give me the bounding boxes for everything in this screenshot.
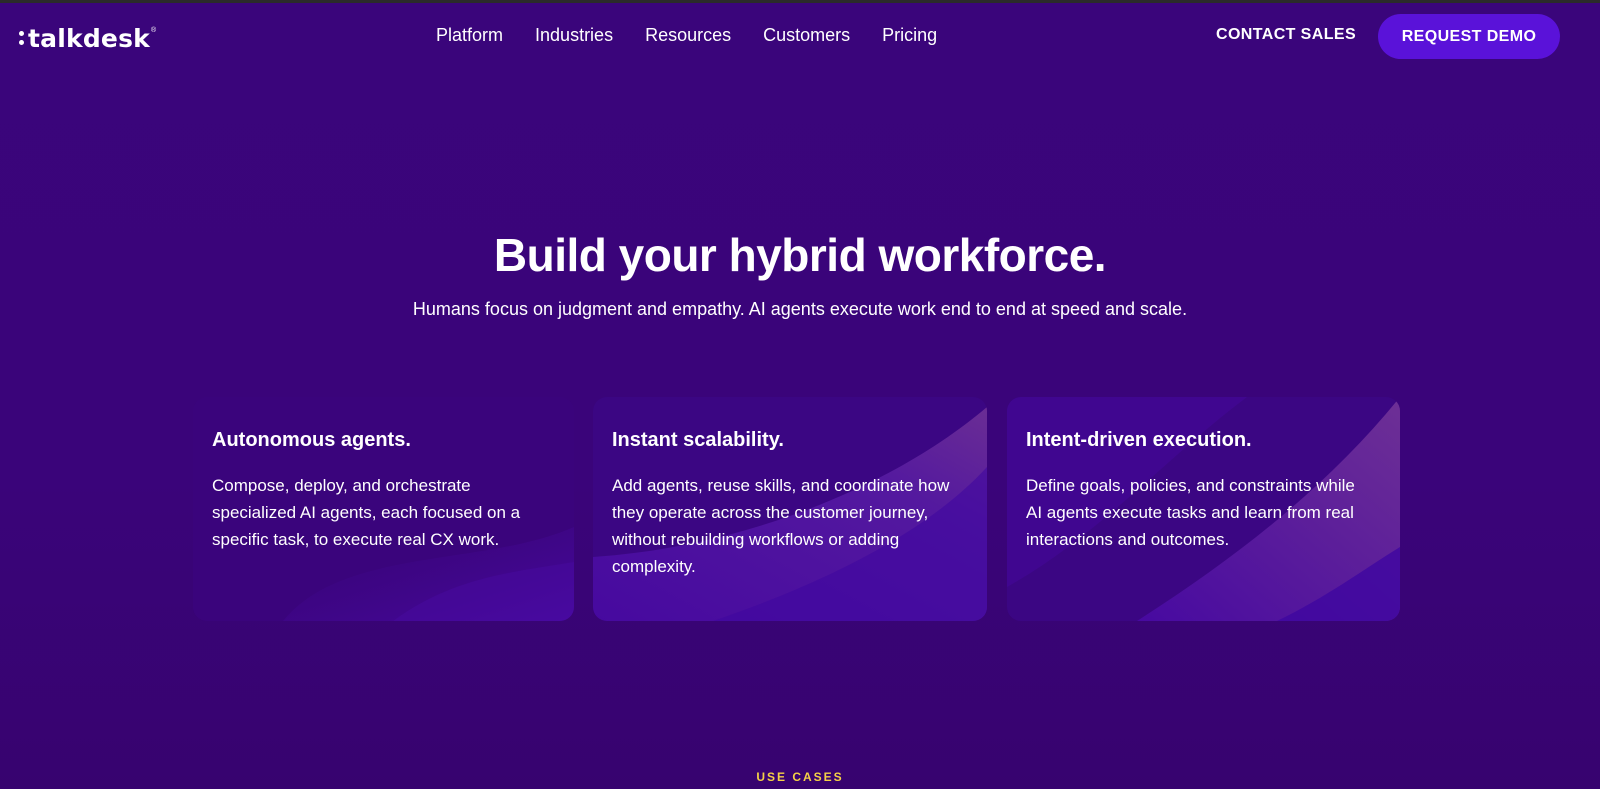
logo-dots-icon	[19, 31, 24, 45]
feature-card-instant-scalability: Instant scalability. Add agents, reuse s…	[593, 397, 987, 621]
card-title: Intent-driven execution.	[1026, 429, 1252, 451]
card-body: Add agents, reuse skills, and coordinate…	[612, 476, 950, 576]
nav-resources[interactable]: Resources	[645, 25, 731, 46]
card-title: Instant scalability.	[612, 429, 784, 451]
nav-customers[interactable]: Customers	[763, 25, 850, 46]
hero-title: Build your hybrid workforce.	[493, 229, 1107, 281]
card-body: Define goals, policies, and constraints …	[1026, 476, 1355, 549]
site-header: talkdesk ® Platform Industries Resources…	[0, 3, 1600, 69]
feature-card-autonomous-agents: Autonomous agents. Compose, deploy, and …	[193, 397, 574, 621]
main-nav: Platform Industries Resources Customers …	[436, 25, 969, 46]
section-label-use-cases: USE CASES	[756, 770, 844, 784]
card-body: Compose, deploy, and orchestrate special…	[212, 476, 521, 549]
logo-registered-mark: ®	[150, 27, 157, 34]
card-title: Autonomous agents.	[212, 429, 411, 451]
feature-card-intent-driven-execution: Intent-driven execution. Define goals, p…	[1007, 397, 1400, 621]
talkdesk-logo[interactable]: talkdesk ®	[19, 23, 156, 53]
contact-sales-link[interactable]: CONTACT SALES	[1216, 26, 1356, 44]
nav-industries[interactable]: Industries	[535, 25, 613, 46]
nav-pricing[interactable]: Pricing	[882, 25, 937, 46]
hero-subtitle: Humans focus on judgment and empathy. AI…	[412, 299, 1188, 319]
nav-platform[interactable]: Platform	[436, 25, 503, 46]
page: talkdesk ® Platform Industries Resources…	[0, 0, 1600, 789]
logo-text: talkdesk	[28, 23, 150, 53]
request-demo-button[interactable]: REQUEST DEMO	[1378, 14, 1560, 59]
